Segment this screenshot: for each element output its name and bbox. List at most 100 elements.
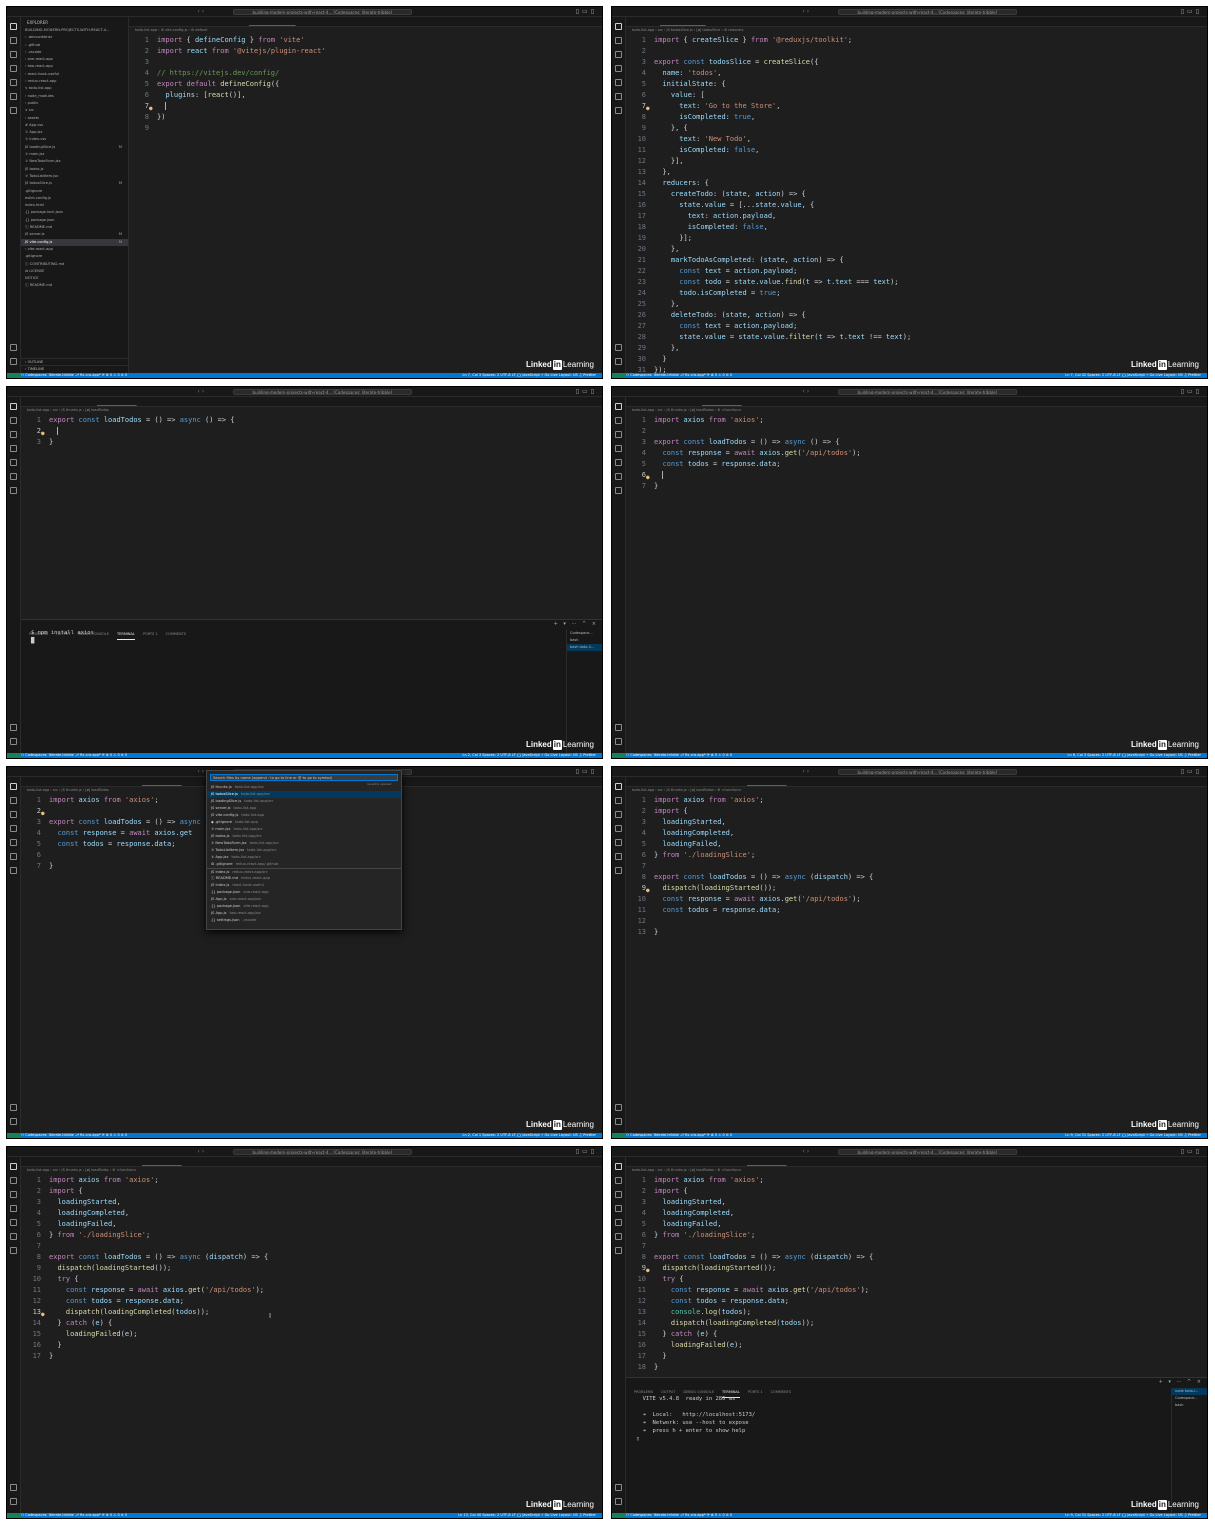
quick-open-item[interactable]: ⚛ TodoListItem.jsx todo-list-app/src [207, 847, 401, 854]
explorer-tree-item[interactable]: .gitignore [21, 253, 128, 260]
search-icon[interactable] [10, 417, 17, 424]
quick-open-item[interactable]: JS index.js react-hook-useful [207, 882, 401, 889]
search-icon[interactable] [10, 1177, 17, 1184]
remote-explorer-icon[interactable] [10, 1233, 17, 1240]
breadcrumb[interactable]: todo-list-app › src › JS thunks.js › [ø]… [632, 788, 742, 793]
explorer-tree-item[interactable]: JS loadingSlice.js M [21, 144, 128, 151]
editor-tab[interactable]: loadingSlice.js [137, 406, 183, 407]
nav-arrows-icon[interactable]: ‹ › [197, 768, 204, 775]
remote-indicator[interactable] [7, 1513, 21, 1518]
quick-open-item[interactable]: ⚛ main.jsx todo-list-app/src [207, 826, 401, 833]
explorer-tree-item[interactable]: ⚛ main.jsx [21, 151, 128, 158]
extensions-icon[interactable] [615, 1219, 622, 1226]
run-debug-icon[interactable] [615, 1205, 622, 1212]
editor-tab[interactable]: server.js [742, 406, 776, 407]
extensions-icon[interactable] [10, 79, 17, 86]
nav-arrows-icon[interactable]: ‹ › [802, 388, 809, 395]
status-left[interactable]: ⚇ Codespaces: literate-tribble ⎇ fix-cra… [21, 1133, 127, 1138]
run-debug-icon[interactable] [10, 825, 17, 832]
source-control-icon[interactable] [10, 431, 17, 438]
layout-toggle-icons[interactable]: ▯▭▯ [1181, 1148, 1202, 1155]
breadcrumb[interactable]: todo-list-app › src › JS thunks.js › [ø]… [632, 408, 742, 413]
extensions-icon[interactable] [615, 79, 622, 86]
status-right[interactable]: Ln 2, Col 3 Spaces: 2 UTF-8 LF {} JavaSc… [463, 753, 596, 758]
source-control-icon[interactable] [615, 811, 622, 818]
editor-tab[interactable]: todosSlice.js [55, 406, 97, 407]
status-right[interactable]: Ln 13, Col 40 Spaces: 2 UTF-8 LF {} Java… [458, 1513, 596, 1518]
panel-tab[interactable]: PORTS 1 [143, 630, 158, 639]
testing-icon[interactable] [10, 107, 17, 114]
code-editor[interactable]: 1 import axios from 'axios'; 2 import {3 lo… [626, 795, 1207, 938]
quick-open-item[interactable]: ◆ .gitignore todo-list-app [207, 819, 401, 826]
source-control-icon[interactable] [615, 1191, 622, 1198]
status-left[interactable]: ⚇ Codespaces: literate-tribble ⎇ fix-cra… [626, 1133, 732, 1138]
remote-indicator[interactable] [7, 373, 21, 378]
explorer-tree-item[interactable]: JS vite.config.js M [21, 238, 128, 246]
code-editor[interactable]: 1 export const loadTodos = () => async ()… [21, 415, 602, 448]
explorer-tree-item[interactable]: › vite-react-app [21, 246, 128, 253]
remote-explorer-icon[interactable] [615, 853, 622, 860]
code-editor[interactable]: 1 import axios from 'axios'; 2 import {3 lo… [21, 1175, 602, 1362]
editor-tab[interactable]: main.jsx [21, 1166, 55, 1167]
remote-indicator[interactable] [7, 753, 21, 758]
nav-arrows-icon[interactable]: ‹ › [802, 768, 809, 775]
accounts-icon[interactable] [615, 724, 622, 731]
panel-tab[interactable]: PORTS 1 [748, 1388, 763, 1397]
quick-open-item[interactable]: {} package.json one-react-app [207, 889, 401, 896]
remote-explorer-icon[interactable] [615, 473, 622, 480]
editor-tab[interactable]: todosSlice.js [660, 1166, 702, 1167]
quick-open-item[interactable]: JS todos.js todo-list-app/src [207, 833, 401, 840]
remote-indicator[interactable] [7, 1133, 21, 1138]
editor-tab[interactable]: server.js [296, 26, 330, 27]
manage-gear-icon[interactable] [10, 1118, 17, 1125]
editor-tab[interactable]: main.jsx [626, 1166, 660, 1167]
status-left[interactable]: ⚇ Codespaces: literate-tribble ⎇ fix-cra… [21, 1513, 127, 1518]
run-debug-icon[interactable] [615, 65, 622, 72]
quick-open-item[interactable]: JS App.js one-react-app/src [207, 896, 401, 903]
breadcrumb[interactable]: todo-list-app › src › JS thunks.js › [ø]… [27, 1168, 137, 1173]
source-control-icon[interactable] [10, 1191, 17, 1198]
remote-indicator[interactable] [612, 373, 626, 378]
editor-tab[interactable]: todosSlice.js × [659, 25, 707, 26]
editor-tab[interactable]: loadingSlice.js [97, 1166, 143, 1167]
command-center[interactable]: building-modern-projects-with-react-4...… [233, 9, 412, 15]
explorer-icon[interactable] [10, 783, 17, 790]
explorer-tree-item[interactable]: › one-react-app [21, 56, 128, 63]
explorer-tree-item[interactable]: .gitignore [21, 188, 128, 195]
quick-open-item[interactable]: JS todosSlice.js todo-list-app/src [207, 791, 401, 798]
explorer-tree-item[interactable]: ⚛ NewTodoForm.jsx [21, 158, 128, 165]
panel-actions-icons[interactable]: + ▾ ⋯ ^ × [554, 620, 598, 629]
accounts-icon[interactable] [10, 724, 17, 731]
editor-tab[interactable]: thunks.js × [96, 405, 137, 406]
nav-arrows-icon[interactable]: ‹ › [197, 1148, 204, 1155]
quick-open-item[interactable]: {} package.json vite-react-app [207, 903, 401, 910]
quick-open-item[interactable]: {} settings.json .vscode [207, 917, 401, 924]
explorer-icon[interactable] [615, 23, 622, 30]
explorer-tree-item[interactable]: # App.css [21, 122, 128, 129]
editor-tab[interactable]: server.js [787, 786, 821, 787]
quick-open-item[interactable]: ⚛ App.jsx todo-list-app/src [207, 854, 401, 861]
command-center[interactable]: building-modern-projects-with-react-4...… [838, 9, 1017, 15]
terminal-instance[interactable]: Codespace... [1172, 1395, 1207, 1402]
code-editor[interactable]: 1 import axios from 'axios'; 2 3 export cons… [626, 415, 1207, 492]
explorer-tree-item[interactable]: ⚛ App.jsx [21, 129, 128, 136]
quick-open-item[interactable]: JS server.js todo-list-app [207, 805, 401, 812]
status-left[interactable]: ⚇ Codespaces: literate-tribble ⎇ fix-cra… [626, 373, 732, 378]
explorer-tree-item[interactable]: JS todos.js [21, 166, 128, 173]
status-right[interactable]: Ln 9, Col 31 Spaces: 2 UTF-8 LF {} JavaS… [1065, 1133, 1201, 1138]
explorer-tree-item[interactable]: JS todosSlice.js M [21, 180, 128, 187]
breadcrumb[interactable]: todo-list-app › src › JS thunks.js › [ø]… [27, 788, 109, 793]
status-left[interactable]: ⚇ Codespaces: literate-tribble ⎇ fix-cra… [626, 1513, 732, 1518]
manage-gear-icon[interactable] [10, 1498, 17, 1505]
editor-tab[interactable]: Todos (slice.js) [787, 1166, 833, 1167]
editor-tab[interactable]: main.jsx [626, 406, 660, 407]
remote-explorer-icon[interactable] [615, 1233, 622, 1240]
quick-open-item[interactable]: ⓘ README.md redux-react-app [207, 875, 401, 882]
editor-tab[interactable]: todosSlice.js [55, 1166, 97, 1167]
editor-tab[interactable]: main.jsx [21, 406, 55, 407]
explorer-icon[interactable] [615, 783, 622, 790]
status-right[interactable]: Ln 2, Col 1 Spaces: 2 UTF-8 LF {} JavaSc… [463, 1133, 596, 1138]
panel-tab[interactable]: COMMENTS [166, 630, 186, 639]
search-icon[interactable] [10, 37, 17, 44]
status-left[interactable]: ⚇ Codespaces: literate-tribble ⎇ fix-cra… [21, 753, 127, 758]
